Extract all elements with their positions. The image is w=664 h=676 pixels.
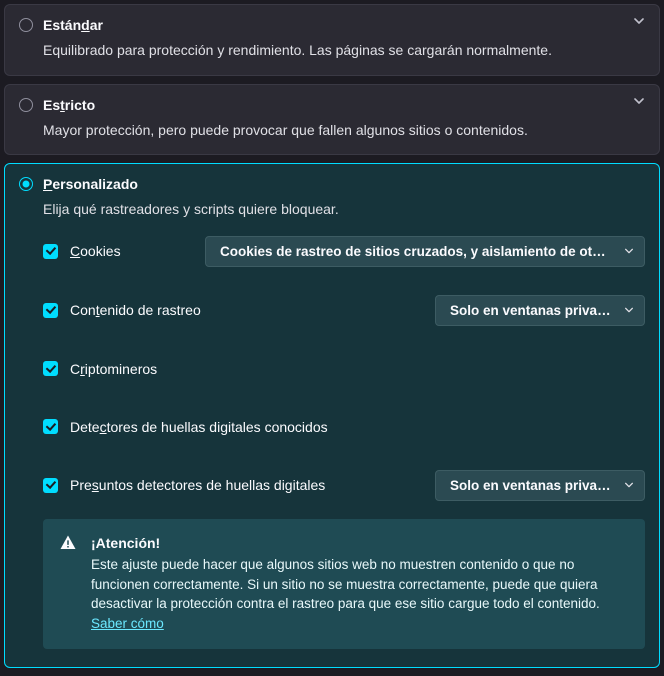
chevron-down-icon xyxy=(624,246,634,256)
option-fingerprint-known-row: Detectores de huellas digitales conocido… xyxy=(43,412,645,442)
panel-custom: Personalizado Elija qué rastreadores y s… xyxy=(4,163,660,668)
checkbox-tracking[interactable] xyxy=(43,303,58,318)
warning-link[interactable]: Saber cómo xyxy=(91,616,164,631)
option-cookies-row: Cookies Cookies de rastreo de sitios cru… xyxy=(43,236,645,267)
panel-custom-title: Personalizado xyxy=(43,176,138,192)
option-crypto-row: Criptomineros xyxy=(43,354,645,384)
warning-title: ¡Atención! xyxy=(91,533,629,553)
panel-strict-header[interactable]: Estricto xyxy=(19,97,645,113)
panel-custom-desc: Elija qué rastreadores y scripts quiere … xyxy=(43,200,645,220)
label-crypto: Criptomineros xyxy=(70,361,157,377)
checkbox-cookies[interactable] xyxy=(43,244,58,259)
label-tracking: Contenido de rastreo xyxy=(70,302,201,318)
custom-options: Cookies Cookies de rastreo de sitios cru… xyxy=(43,236,645,501)
panel-standard-title: Estándar xyxy=(43,17,103,33)
warning-box: ¡Atención! Este ajuste puede hacer que a… xyxy=(43,519,645,650)
checkbox-crypto[interactable] xyxy=(43,361,58,376)
chevron-down-icon[interactable] xyxy=(633,15,645,27)
chevron-down-icon xyxy=(624,480,634,490)
option-fingerprint-suspect-row: Presuntos detectores de huellas digitale… xyxy=(43,470,645,501)
panel-standard-header[interactable]: Estándar xyxy=(19,17,645,33)
panel-strict-title: Estricto xyxy=(43,97,95,113)
radio-strict[interactable] xyxy=(19,98,33,112)
warning-icon xyxy=(59,534,77,552)
chevron-down-icon[interactable] xyxy=(633,95,645,107)
radio-standard[interactable] xyxy=(19,18,33,32)
panel-standard-desc: Equilibrado para protección y rendimient… xyxy=(43,41,645,61)
panel-standard[interactable]: Estándar Equilibrado para protección y r… xyxy=(4,4,660,76)
dropdown-fingerprint-suspect[interactable]: Solo en ventanas privadas xyxy=(435,470,645,501)
checkbox-fingerprint-suspect[interactable] xyxy=(43,478,58,493)
label-fingerprint-known: Detectores de huellas digitales conocido… xyxy=(70,419,328,435)
label-cookies: Cookies xyxy=(70,243,121,259)
panel-strict[interactable]: Estricto Mayor protección, pero puede pr… xyxy=(4,84,660,156)
panel-strict-desc: Mayor protección, pero puede provocar qu… xyxy=(43,121,645,141)
dropdown-tracking[interactable]: Solo en ventanas privadas xyxy=(435,295,645,326)
panel-custom-header[interactable]: Personalizado xyxy=(19,176,645,192)
dropdown-cookies[interactable]: Cookies de rastreo de sitios cruzados, y… xyxy=(205,236,645,267)
option-tracking-row: Contenido de rastreo Solo en ventanas pr… xyxy=(43,295,645,326)
label-fingerprint-suspect: Presuntos detectores de huellas digitale… xyxy=(70,477,325,493)
chevron-down-icon xyxy=(624,305,634,315)
checkbox-fingerprint-known[interactable] xyxy=(43,419,58,434)
warning-body: Este ajuste puede hacer que algunos siti… xyxy=(91,555,629,633)
radio-custom[interactable] xyxy=(19,177,33,191)
